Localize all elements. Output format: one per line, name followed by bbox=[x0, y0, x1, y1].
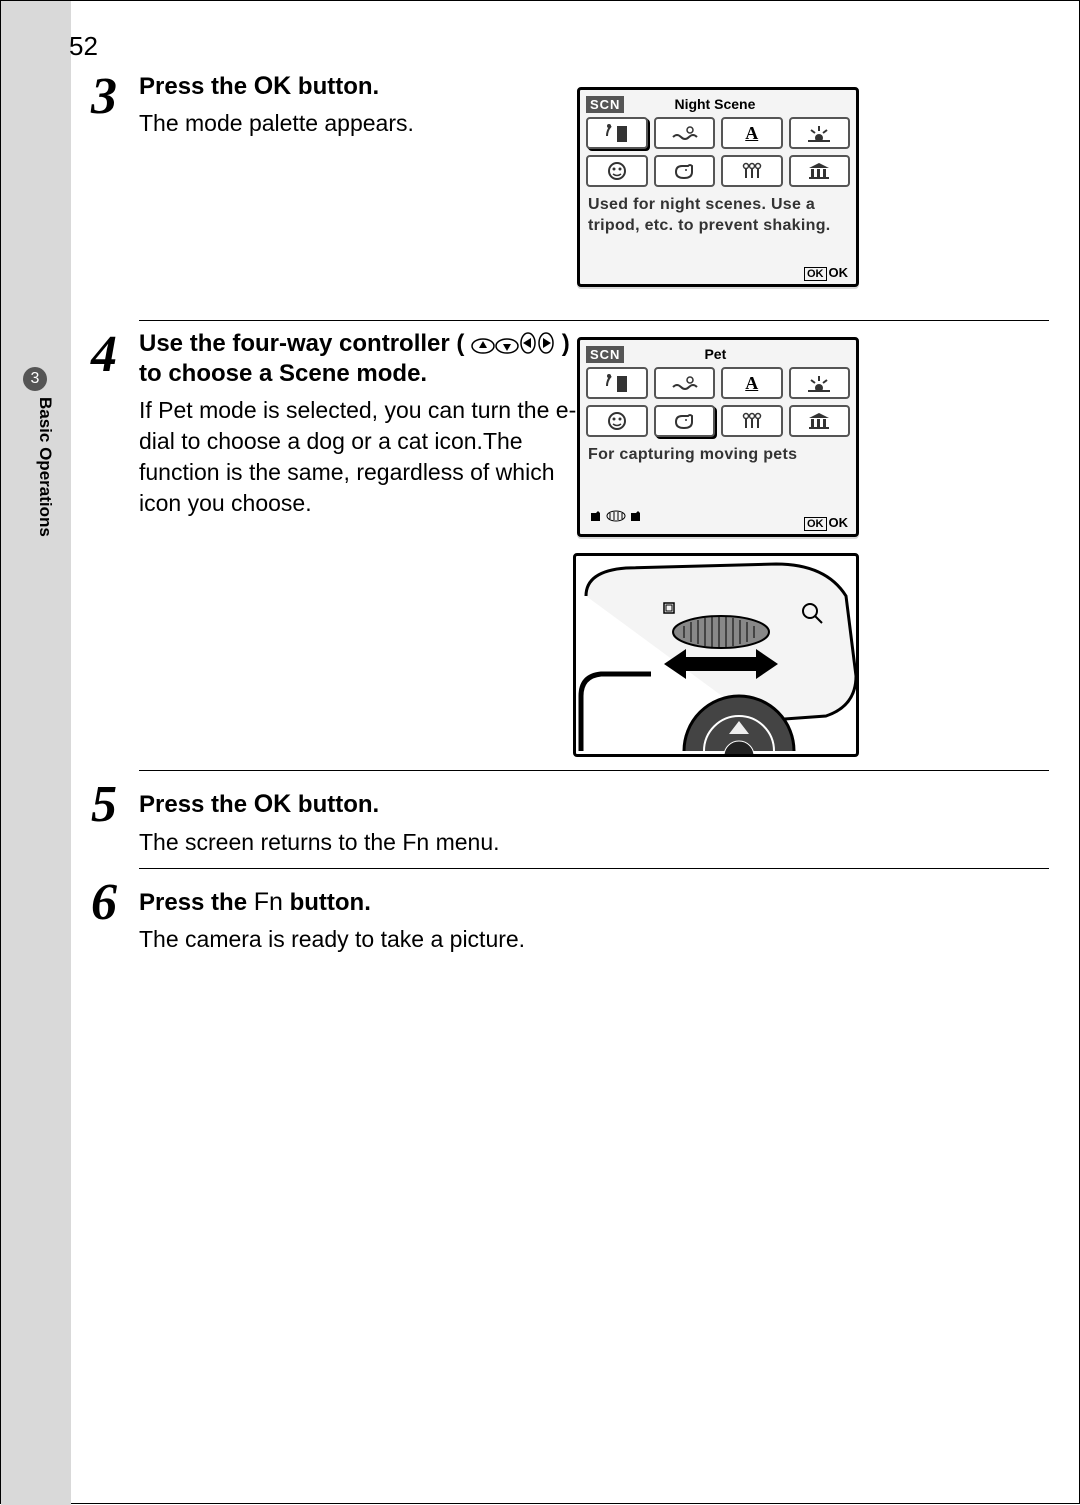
step-heading: Press the OK button. bbox=[139, 789, 1049, 820]
step-4: 4 Use the four-way controller ( ) to cho… bbox=[91, 329, 1049, 519]
ok-box-icon: OK bbox=[804, 267, 827, 281]
ok-text: OK bbox=[829, 515, 849, 530]
step-number: 6 bbox=[91, 877, 139, 955]
lcd-screen-night-scene: SCN Night Scene A Used for night scenes.… bbox=[577, 87, 859, 287]
scn-indicator: SCN bbox=[586, 346, 624, 363]
heading-pre: Press the bbox=[139, 889, 254, 916]
mode-palette: A bbox=[586, 367, 850, 437]
heading-pre: Press the bbox=[139, 791, 254, 818]
mode-night-building-icon bbox=[586, 367, 648, 399]
e-dial-illustration bbox=[573, 553, 859, 757]
step-5: 5 Press the OK button. The screen return… bbox=[91, 779, 1049, 857]
heading-post: button. bbox=[291, 73, 379, 100]
scene-title: Night Scene bbox=[674, 96, 755, 112]
ok-indicator: OKOK bbox=[804, 515, 848, 530]
mode-pet-icon bbox=[654, 405, 716, 437]
mode-swim-icon bbox=[654, 117, 716, 149]
mode-museum-icon bbox=[789, 405, 851, 437]
step-number: 5 bbox=[91, 779, 139, 857]
mode-text-icon: A bbox=[721, 367, 783, 399]
divider bbox=[139, 770, 1049, 771]
heading-pre: Use the four-way controller ( bbox=[139, 330, 464, 357]
step-6: 6 Press the Fn button. The camera is rea… bbox=[91, 877, 1049, 955]
step-body-text: The screen returns to the Fn menu. bbox=[139, 827, 1049, 858]
mode-kid-icon bbox=[586, 155, 648, 187]
mode-night-building-icon bbox=[586, 117, 648, 149]
ok-button-label: OK bbox=[254, 72, 292, 100]
mode-sunset-icon bbox=[789, 367, 851, 399]
divider bbox=[139, 320, 1049, 321]
mode-museum-icon bbox=[789, 155, 851, 187]
heading-post: button. bbox=[291, 791, 379, 818]
mode-candle-icon bbox=[721, 155, 783, 187]
section-title: Basic Operations bbox=[35, 397, 55, 537]
ok-box-icon: OK bbox=[804, 517, 827, 531]
mode-pet-icon bbox=[654, 155, 716, 187]
mode-candle-icon bbox=[721, 405, 783, 437]
scn-indicator: SCN bbox=[586, 96, 624, 113]
page-content: 3 Press the OK button. The mode palette … bbox=[91, 71, 1049, 961]
ok-indicator: OKOK bbox=[804, 265, 848, 280]
scene-description: For capturing moving pets bbox=[586, 443, 850, 466]
step-number: 4 bbox=[91, 329, 139, 519]
mode-swim-icon bbox=[654, 367, 716, 399]
mode-kid-icon bbox=[586, 405, 648, 437]
ok-text: OK bbox=[829, 265, 849, 280]
mode-sunset-icon bbox=[789, 117, 851, 149]
page-number: 52 bbox=[69, 31, 98, 62]
step-body-text: The mode palette appears. bbox=[139, 108, 599, 139]
mode-palette: A bbox=[586, 117, 850, 187]
divider bbox=[139, 868, 1049, 869]
heading-post: button. bbox=[283, 889, 371, 916]
four-way-controller-icon bbox=[464, 330, 561, 357]
pet-variant-icons bbox=[588, 507, 648, 528]
step-heading: Press the Fn button. bbox=[139, 887, 1049, 918]
step-heading: Use the four-way controller ( ) to choos… bbox=[139, 329, 599, 389]
scene-description: Used for night scenes. Use a tripod, etc… bbox=[586, 193, 850, 237]
lcd-screen-pet: SCN Pet A For capturing moving pets OKOK bbox=[577, 337, 859, 537]
step-body-text: If Pet mode is selected, you can turn th… bbox=[139, 395, 599, 519]
heading-pre: Press the bbox=[139, 73, 254, 100]
side-margin bbox=[1, 1, 71, 1505]
page-frame: 52 3 Basic Operations 3 Press the OK but… bbox=[0, 0, 1080, 1504]
ok-button-label: OK bbox=[254, 790, 292, 818]
mode-text-icon: A bbox=[721, 117, 783, 149]
step-body-text: The camera is ready to take a picture. bbox=[139, 924, 1049, 955]
section-number-badge: 3 bbox=[23, 367, 47, 391]
step-number: 3 bbox=[91, 71, 139, 139]
fn-button-label: Fn bbox=[254, 888, 283, 916]
step-heading: Press the OK button. bbox=[139, 71, 599, 102]
scene-title: Pet bbox=[704, 346, 726, 362]
step-3: 3 Press the OK button. The mode palette … bbox=[91, 71, 1049, 139]
